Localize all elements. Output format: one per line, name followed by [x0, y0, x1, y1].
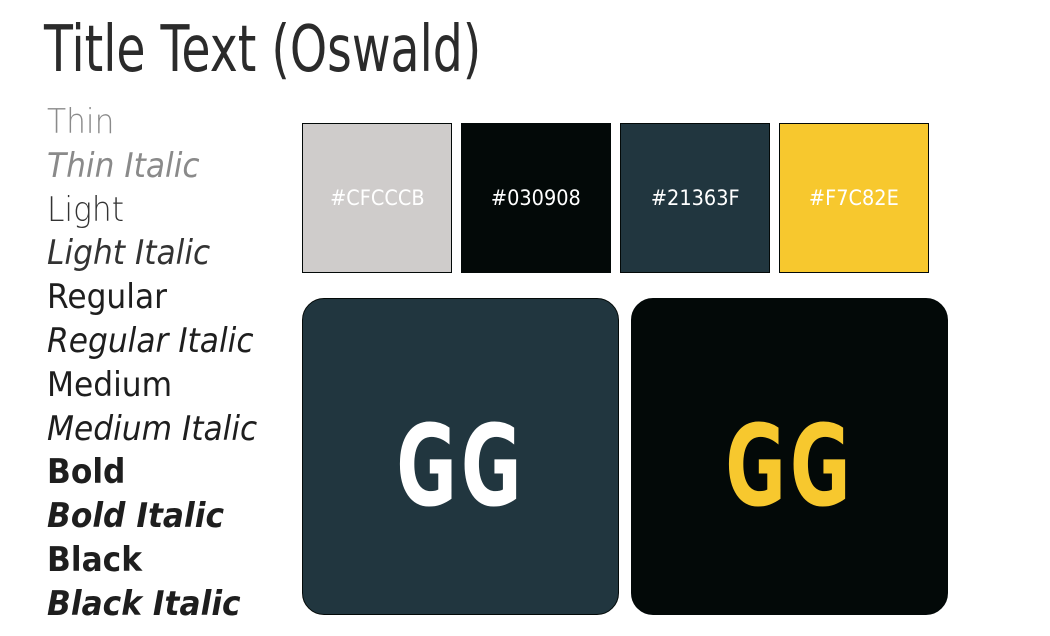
- font-weight-sample: Regular: [47, 277, 167, 318]
- font-weight-sample: Bold: [47, 452, 126, 493]
- color-swatch-f7c82e: #F7C82E: [779, 123, 929, 273]
- logo-tile-dark-slate: GG: [302, 298, 619, 615]
- page-title: Title Text (Oswald): [44, 13, 482, 87]
- font-weight-sample: Medium Italic: [47, 408, 258, 449]
- logo-monogram: GG: [724, 401, 855, 532]
- font-weight-sample: Medium: [47, 364, 173, 405]
- color-swatch-cfcccb: #CFCCCB: [302, 123, 452, 273]
- font-weight-sample: Regular Italic: [47, 320, 254, 361]
- font-weight-sample: Black Italic: [47, 583, 241, 624]
- color-swatch-label: #21363F: [650, 186, 740, 210]
- color-swatch-label: #CFCCCB: [329, 186, 425, 210]
- font-weight-sample: Light Italic: [47, 233, 211, 274]
- logo-monogram: GG: [395, 401, 526, 532]
- color-swatch-21363f: #21363F: [620, 123, 770, 273]
- font-weight-sample: Black: [47, 539, 143, 580]
- color-swatch-label: #F7C82E: [809, 186, 899, 210]
- font-weight-list: Thin Thin Italic Light Light Italic Regu…: [47, 101, 297, 627]
- font-weight-sample: Thin Italic: [47, 145, 200, 186]
- color-swatch-label: #030908: [491, 186, 581, 210]
- color-swatch-030908: #030908: [461, 123, 611, 273]
- font-weight-sample: Bold Italic: [47, 496, 225, 537]
- font-weight-sample: Thin: [47, 102, 115, 142]
- font-weight-sample: Light: [47, 189, 124, 230]
- logo-tile-black: GG: [631, 298, 948, 615]
